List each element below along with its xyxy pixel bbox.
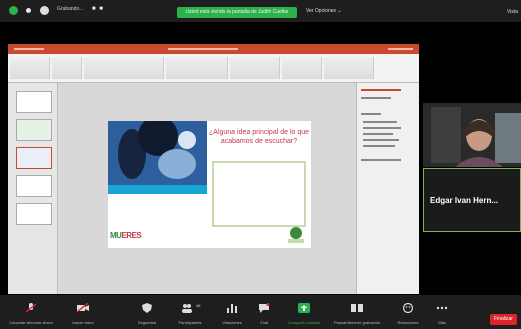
mujeres-logo: MUERES <box>110 231 142 240</box>
recording-label: Grabando... <box>57 6 84 12</box>
slide-accent-bar <box>108 185 207 194</box>
recording-icon[interactable] <box>40 6 49 15</box>
shield-icon <box>142 303 152 313</box>
recording-controls[interactable]: ■ ■ <box>92 6 104 12</box>
slide-question: ¿Alguna idea principal de lo que acabamo… <box>209 129 310 145</box>
powerpoint-ribbon <box>8 54 419 83</box>
view-options-button[interactable]: Ver Opciones ⌄ <box>306 8 342 14</box>
meeting-toolbar: Cancelar silenciar ahora Iniciar video S… <box>0 295 521 329</box>
participant-name: Edgar Ivan Hern... <box>430 196 499 205</box>
view-button[interactable]: Vista <box>507 9 518 15</box>
reactions-button[interactable]: Reacciones <box>388 295 428 329</box>
slide-emblem <box>288 227 304 243</box>
more-button[interactable]: Más <box>428 295 456 329</box>
meeting-top-bar: Grabando... ■ ■ Usted está viendo la pan… <box>0 0 521 22</box>
current-slide: ¿Alguna idea principal de lo que acabamo… <box>108 121 311 248</box>
start-video-button[interactable]: Iniciar video <box>62 295 104 329</box>
unmute-button[interactable]: Cancelar silenciar ahora <box>2 295 60 329</box>
microphone-icon <box>25 303 37 313</box>
slide-thumbnail <box>16 119 52 141</box>
end-meeting-button[interactable]: Finalizar <box>490 314 517 325</box>
slide-thumbnail <box>16 203 52 225</box>
share-screen-icon <box>298 303 310 313</box>
participant-webcam-image <box>423 103 521 167</box>
shield-status-icon[interactable] <box>9 6 18 15</box>
info-icon[interactable] <box>24 6 33 15</box>
format-pane <box>356 83 419 294</box>
pause-recording-button[interactable]: Pausar/detener grabación <box>328 295 386 329</box>
record-icon <box>351 304 363 312</box>
slide-thumbnails <box>8 83 58 294</box>
shared-screen: ¿Alguna idea principal de lo que acabamo… <box>8 44 419 294</box>
slide-text-frame <box>212 161 306 227</box>
slide-thumbnail <box>16 147 52 169</box>
participants-button[interactable]: 46 Participantes <box>166 295 214 329</box>
security-button[interactable]: Seguridad <box>126 295 168 329</box>
slide-thumbnail <box>16 175 52 197</box>
slide-photo <box>108 121 207 185</box>
polls-button[interactable]: Votaciones <box>212 295 252 329</box>
video-camera-icon <box>77 303 89 313</box>
participants-count: 46 <box>196 303 201 308</box>
reactions-icon <box>402 303 414 313</box>
chat-button[interactable]: Chat <box>248 295 280 329</box>
participant-video[interactable] <box>423 103 521 167</box>
screen-share-banner: Usted está viendo la pantalla de Judith … <box>177 7 297 18</box>
more-icon <box>436 306 448 310</box>
active-speaker-tile[interactable]: Edgar Ivan Hern... <box>423 168 521 232</box>
slide-thumbnail <box>16 91 52 113</box>
chat-icon <box>259 303 270 313</box>
share-screen-button[interactable]: Compartir pantalla <box>280 295 328 329</box>
polls-icon <box>227 304 237 313</box>
participants-icon <box>182 304 192 313</box>
